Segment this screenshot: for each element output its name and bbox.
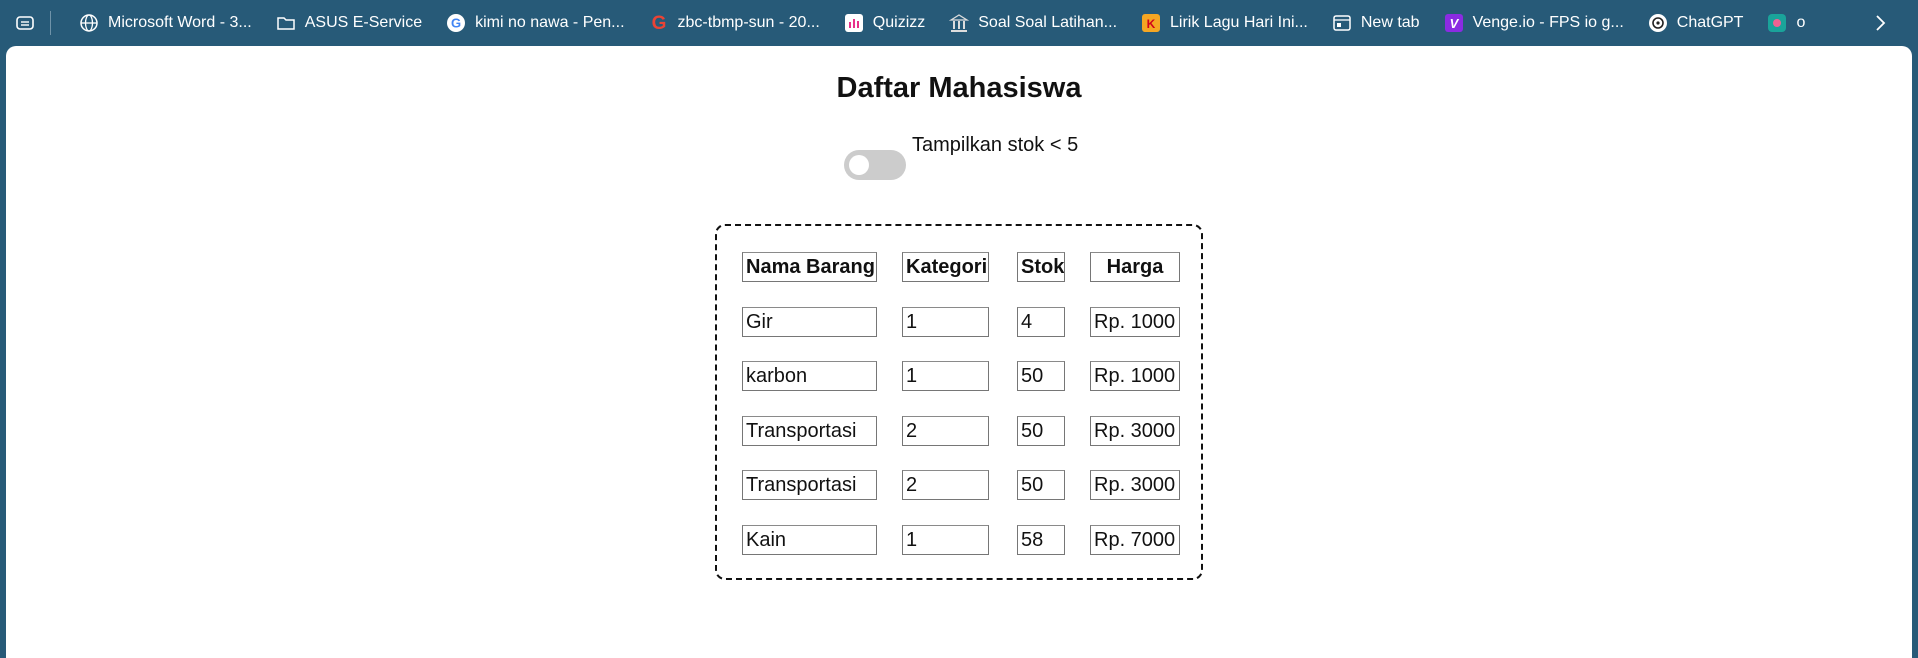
bookmark-item[interactable]: G zbc-tbmp-sun - 20... — [637, 0, 832, 46]
svg-text:V: V — [1449, 16, 1459, 31]
bookmark-label: o — [1796, 14, 1806, 31]
bookmark-label: ASUS E-Service — [304, 14, 423, 31]
toolbar-separator — [50, 11, 51, 35]
bookmark-item[interactable]: Soal Soal Latihan... — [937, 0, 1129, 46]
table-cell: Gir — [742, 307, 877, 337]
table-cell: 1 — [902, 307, 989, 337]
google-icon: G — [649, 13, 669, 33]
venge-icon: V — [1444, 13, 1464, 33]
building-icon — [949, 13, 970, 33]
table-cell: 4 — [1017, 307, 1065, 337]
table-cell: 58 — [1017, 525, 1065, 555]
bookmark-item[interactable]: Microsoft Word - 3... — [67, 0, 264, 46]
table-cell: 1 — [902, 361, 989, 391]
bookmark-item[interactable]: V Venge.io - FPS io g... — [1432, 0, 1636, 46]
table-cell: 50 — [1017, 470, 1065, 500]
table-cell: Rp. 1000 — [1090, 307, 1180, 337]
svg-text:G: G — [451, 16, 461, 31]
svg-text:K: K — [1147, 17, 1156, 31]
table-cell: 50 — [1017, 416, 1065, 446]
table-cell: Rp. 3000 — [1090, 416, 1180, 446]
bookmark-label: Soal Soal Latihan... — [978, 14, 1118, 31]
app-icon — [1767, 13, 1787, 33]
folder-icon — [276, 13, 296, 33]
page-content: Daftar Mahasiswa Tampilkan stok < 5 Nama… — [6, 46, 1912, 658]
table-cell: 2 — [902, 470, 989, 500]
bookmark-label: Microsoft Word - 3... — [108, 14, 252, 31]
chevron-right-icon[interactable] — [1868, 11, 1892, 35]
quizizz-icon — [844, 13, 864, 33]
toggle-label: Tampilkan stok < 5 — [912, 134, 1079, 156]
table-cell: 2 — [902, 416, 989, 446]
toggle-knob — [849, 155, 869, 175]
table-cell: Transportasi — [742, 470, 877, 500]
svg-text:G: G — [651, 13, 666, 33]
bookmark-item[interactable]: o — [1755, 0, 1817, 46]
bookmark-label: Venge.io - FPS io g... — [1472, 14, 1624, 31]
table-cell: 1 — [902, 525, 989, 555]
table-cell: Rp. 1000 — [1090, 361, 1180, 391]
bookmark-item[interactable]: G kimi no nawa - Pen... — [434, 0, 636, 46]
new-tab-icon — [1332, 13, 1352, 33]
column-header: Stok — [1017, 252, 1065, 282]
bookmark-label: zbc-tbmp-sun - 20... — [677, 14, 820, 31]
bookmark-item[interactable]: New tab — [1320, 0, 1432, 46]
bookmark-item[interactable]: K Lirik Lagu Hari Ini... — [1129, 0, 1320, 46]
table-cell: Kain — [742, 525, 877, 555]
column-header: Nama Barang — [742, 252, 877, 282]
lirik-icon: K — [1141, 13, 1161, 33]
globe-icon — [79, 13, 99, 33]
google-icon: G — [446, 13, 466, 33]
bookmark-label: kimi no nawa - Pen... — [475, 14, 625, 31]
bookmark-label: Quizizz — [872, 14, 926, 31]
bookmark-label: New tab — [1360, 14, 1420, 31]
table-cell: 50 — [1017, 361, 1065, 391]
bookmark-item[interactable]: Quizizz — [832, 0, 937, 46]
page-title: Daftar Mahasiswa — [836, 72, 1082, 104]
table-cell: Transportasi — [742, 416, 877, 446]
product-table: Nama Barang Kategori Stok Harga Gir 1 4 … — [715, 224, 1203, 580]
table-cell: Rp. 3000 — [1090, 470, 1180, 500]
column-header: Kategori — [902, 252, 989, 282]
bookmarks-bar: Microsoft Word - 3... ASUS E-Service G k… — [0, 0, 1918, 46]
bookmark-label: Lirik Lagu Hari Ini... — [1170, 14, 1308, 31]
column-header: Harga — [1090, 252, 1180, 282]
bookmark-item[interactable]: ChatGPT — [1636, 0, 1756, 46]
bookmark-item[interactable]: ASUS E-Service — [264, 0, 434, 46]
table-cell: Rp. 7000 — [1090, 525, 1180, 555]
stock-filter-toggle[interactable] — [844, 150, 906, 180]
table-cell: karbon — [742, 361, 877, 391]
tab-search-icon[interactable] — [0, 0, 50, 46]
chatgpt-icon — [1648, 13, 1668, 33]
bookmark-label: ChatGPT — [1676, 14, 1744, 31]
